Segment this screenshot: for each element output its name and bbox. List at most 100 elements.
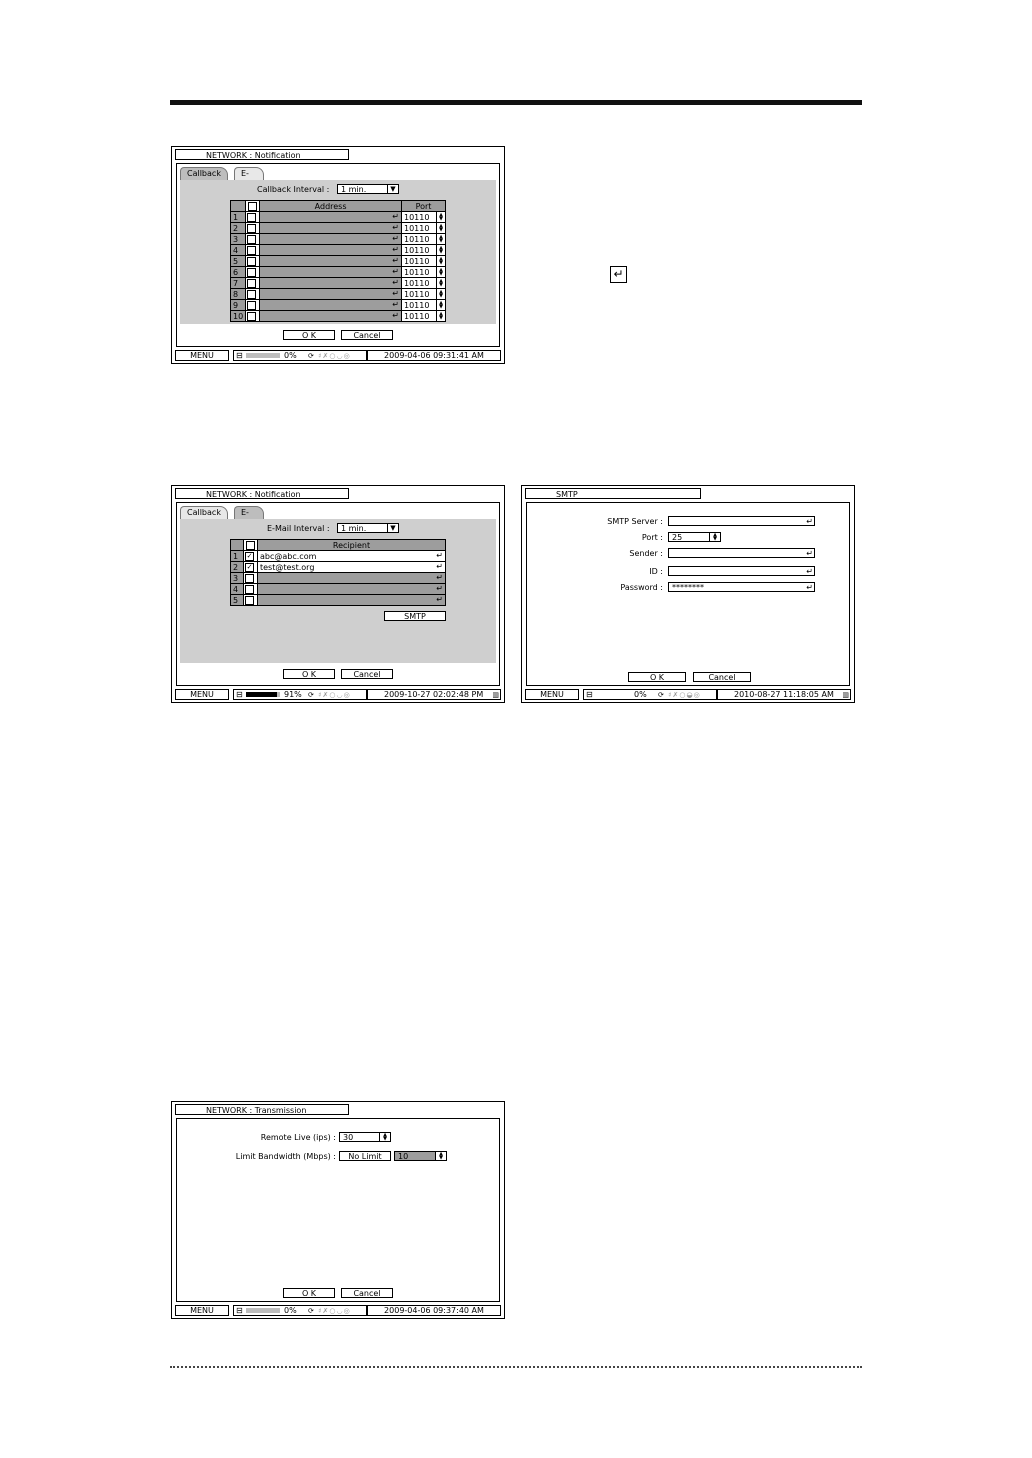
- checkbox[interactable]: [247, 278, 257, 288]
- port-cell[interactable]: 10110: [401, 299, 437, 311]
- row-checkbox[interactable]: [245, 310, 261, 322]
- row-checkbox[interactable]: [245, 288, 261, 300]
- port-stepper[interactable]: 25 ▲ ▼: [668, 532, 721, 542]
- row-checkbox[interactable]: [245, 211, 261, 223]
- enter-key-icon[interactable]: ↵: [392, 311, 399, 320]
- spin-arrows-icon[interactable]: ▲ ▼: [436, 310, 446, 322]
- cancel-button[interactable]: Cancel: [693, 672, 751, 682]
- ok-button[interactable]: O K: [283, 330, 335, 340]
- email-interval-select[interactable]: 1 min. ▼: [337, 523, 399, 533]
- port-cell[interactable]: 10110: [401, 233, 437, 245]
- no-limit-button[interactable]: No Limit: [339, 1151, 391, 1161]
- row-checkbox[interactable]: [245, 299, 261, 311]
- address-cell[interactable]: ↵: [259, 288, 402, 300]
- spin-arrows-icon[interactable]: ▲ ▼: [436, 255, 446, 267]
- tab-callback[interactable]: Callback: [180, 506, 228, 519]
- enter-key-icon[interactable]: ↵: [806, 517, 813, 526]
- enter-key-icon[interactable]: ↵: [392, 278, 399, 287]
- tab-email[interactable]: E-Mail: [234, 506, 265, 529]
- address-cell[interactable]: ↵: [259, 211, 402, 223]
- enter-key-icon[interactable]: ↵: [392, 267, 399, 276]
- enter-key-icon[interactable]: ↵: [392, 223, 399, 232]
- address-cell[interactable]: ↵: [259, 310, 402, 322]
- sender-field[interactable]: ↵: [668, 548, 815, 558]
- checkbox[interactable]: [247, 245, 257, 255]
- spin-arrows-icon[interactable]: ▲ ▼: [379, 1133, 390, 1142]
- row-checkbox[interactable]: [243, 594, 258, 606]
- row-checkbox[interactable]: [243, 583, 258, 595]
- address-cell[interactable]: ↵: [259, 299, 402, 311]
- checkbox[interactable]: [247, 212, 257, 222]
- checkbox[interactable]: [247, 311, 257, 321]
- spin-arrows-icon[interactable]: ▲ ▼: [436, 288, 446, 300]
- cancel-button[interactable]: Cancel: [341, 1288, 393, 1298]
- enter-key-icon[interactable]: ↵: [436, 551, 443, 560]
- port-cell[interactable]: 10110: [401, 310, 437, 322]
- row-checkbox[interactable]: [245, 244, 261, 256]
- spin-arrows-icon[interactable]: ▲ ▼: [436, 299, 446, 311]
- enter-key-icon[interactable]: ↵: [806, 583, 813, 592]
- address-cell[interactable]: ↵: [259, 277, 402, 289]
- callback-interval-select[interactable]: 1 min. ▼: [337, 184, 399, 194]
- select-all-checkbox[interactable]: [245, 200, 261, 212]
- port-cell[interactable]: 10110: [401, 277, 437, 289]
- address-cell[interactable]: ↵: [259, 233, 402, 245]
- row-checkbox[interactable]: [243, 572, 258, 584]
- row-checkbox[interactable]: ✓: [243, 561, 258, 573]
- enter-key-icon[interactable]: ↵: [392, 212, 399, 221]
- spin-arrows-icon[interactable]: ▲ ▼: [436, 233, 446, 245]
- port-cell[interactable]: 10110: [401, 222, 437, 234]
- recipient-cell[interactable]: ↵: [257, 583, 446, 595]
- ok-button[interactable]: O K: [283, 669, 335, 679]
- smtp-button[interactable]: SMTP: [384, 611, 446, 621]
- tab-callback[interactable]: Callback: [180, 167, 228, 180]
- smtp-server-field[interactable]: ↵: [668, 516, 815, 526]
- spin-arrows-icon[interactable]: ▲ ▼: [435, 1152, 446, 1161]
- checkbox[interactable]: ✓: [245, 562, 254, 572]
- enter-key-icon[interactable]: ↵: [806, 549, 813, 558]
- menu-button[interactable]: MENU: [525, 689, 579, 700]
- row-checkbox[interactable]: [245, 266, 261, 278]
- recipient-cell[interactable]: ↵: [257, 572, 446, 584]
- row-checkbox[interactable]: [245, 222, 261, 234]
- row-checkbox[interactable]: [245, 277, 261, 289]
- enter-key-icon[interactable]: ↵: [806, 567, 813, 576]
- address-cell[interactable]: ↵: [259, 266, 402, 278]
- ok-button[interactable]: O K: [283, 1288, 335, 1298]
- spin-arrows-icon[interactable]: ▲ ▼: [436, 211, 446, 223]
- address-cell[interactable]: ↵: [259, 255, 402, 267]
- checkbox[interactable]: [248, 201, 258, 211]
- checkbox[interactable]: [245, 584, 254, 594]
- row-checkbox[interactable]: [245, 233, 261, 245]
- spin-arrows-icon[interactable]: ▲ ▼: [709, 533, 720, 542]
- enter-key-icon[interactable]: ↵: [436, 573, 443, 582]
- port-cell[interactable]: 10110: [401, 288, 437, 300]
- checkbox[interactable]: [245, 595, 254, 605]
- chevron-down-icon[interactable]: ▼: [387, 524, 398, 532]
- port-cell[interactable]: 10110: [401, 211, 437, 223]
- select-all-checkbox[interactable]: [243, 539, 258, 551]
- menu-button[interactable]: MENU: [175, 1305, 229, 1316]
- address-cell[interactable]: ↵: [259, 222, 402, 234]
- checkbox[interactable]: [247, 289, 257, 299]
- address-cell[interactable]: ↵: [259, 244, 402, 256]
- checkbox[interactable]: [247, 256, 257, 266]
- enter-key-icon[interactable]: ↵: [392, 256, 399, 265]
- port-cell[interactable]: 10110: [401, 266, 437, 278]
- row-checkbox[interactable]: [245, 255, 261, 267]
- recipient-cell[interactable]: ↵: [257, 594, 446, 606]
- enter-key-icon[interactable]: ↵: [392, 245, 399, 254]
- checkbox[interactable]: [247, 267, 257, 277]
- password-field[interactable]: ******** ↵: [668, 582, 815, 592]
- recipient-cell[interactable]: abc@abc.com ↵: [257, 550, 446, 562]
- checkbox[interactable]: [245, 573, 254, 583]
- spin-arrows-icon[interactable]: ▲ ▼: [436, 244, 446, 256]
- checkbox[interactable]: ✓: [245, 551, 254, 561]
- recipient-cell[interactable]: test@test.org ↵: [257, 561, 446, 573]
- enter-key-icon[interactable]: ↵: [392, 300, 399, 309]
- enter-key-icon[interactable]: ↵: [436, 584, 443, 593]
- enter-key-icon[interactable]: ↵: [436, 562, 443, 571]
- tab-email[interactable]: E-Mail: [234, 167, 265, 190]
- menu-button[interactable]: MENU: [175, 350, 229, 361]
- spin-arrows-icon[interactable]: ▲ ▼: [436, 222, 446, 234]
